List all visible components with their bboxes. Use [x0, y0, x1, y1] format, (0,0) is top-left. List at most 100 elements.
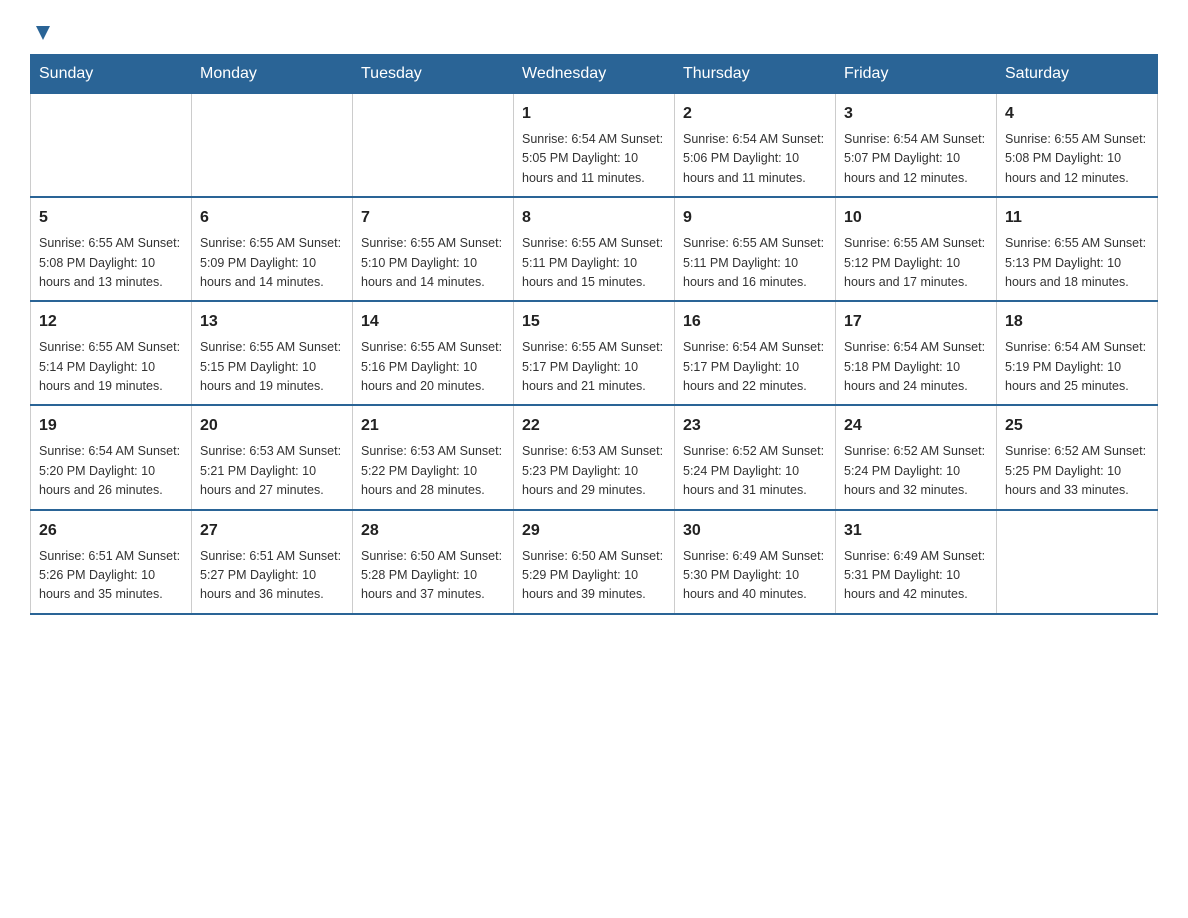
day-info: Sunrise: 6:52 AM Sunset: 5:25 PM Dayligh…: [1005, 442, 1149, 500]
day-number: 25: [1005, 414, 1149, 438]
week-row-3: 12Sunrise: 6:55 AM Sunset: 5:14 PM Dayli…: [31, 301, 1158, 405]
day-info: Sunrise: 6:55 AM Sunset: 5:17 PM Dayligh…: [522, 338, 666, 396]
day-cell: 5 Sunrise: 6:55 AM Sunset: 5:08 PM Daylig…: [31, 197, 192, 301]
day-cell: 16 Sunrise: 6:54 AM Sunset: 5:17 PM Dayli…: [675, 301, 836, 405]
day-info: Sunrise: 6:55 AM Sunset: 5:14 PM Dayligh…: [39, 338, 183, 396]
day-number: 27: [200, 519, 344, 543]
day-info: Sunrise: 6:53 AM Sunset: 5:23 PM Dayligh…: [522, 442, 666, 500]
day-cell: 8 Sunrise: 6:55 AM Sunset: 5:11 PM Daylig…: [514, 197, 675, 301]
day-info: Sunrise: 6:55 AM Sunset: 5:12 PM Dayligh…: [844, 234, 988, 292]
day-info: Sunrise: 6:55 AM Sunset: 5:11 PM Dayligh…: [683, 234, 827, 292]
day-cell: [353, 94, 514, 198]
day-cell: 3Sunrise: 6:54 AM Sunset: 5:07 PM Daylig…: [836, 94, 997, 198]
header-cell-saturday: Saturday: [997, 55, 1158, 94]
day-cell: 13 Sunrise: 6:55 AM Sunset: 5:15 PM Dayli…: [192, 301, 353, 405]
day-number: 5: [39, 206, 183, 230]
day-cell: 27 Sunrise: 6:51 AM Sunset: 5:27 PM Dayli…: [192, 510, 353, 614]
day-number: 19: [39, 414, 183, 438]
day-number: 13: [200, 310, 344, 334]
day-number: 26: [39, 519, 183, 543]
day-cell: 7 Sunrise: 6:55 AM Sunset: 5:10 PM Daylig…: [353, 197, 514, 301]
day-cell: 15 Sunrise: 6:55 AM Sunset: 5:17 PM Dayli…: [514, 301, 675, 405]
week-row-1: 1 Sunrise: 6:54 AM Sunset: 5:05 PM Daylig…: [31, 94, 1158, 198]
day-number: 11: [1005, 206, 1149, 230]
day-cell: 17 Sunrise: 6:54 AM Sunset: 5:18 PM Dayli…: [836, 301, 997, 405]
day-info: Sunrise: 6:55 AM Sunset: 5:13 PM Dayligh…: [1005, 234, 1149, 292]
day-cell: 26 Sunrise: 6:51 AM Sunset: 5:26 PM Dayli…: [31, 510, 192, 614]
day-cell: [31, 94, 192, 198]
day-number: 7: [361, 206, 505, 230]
day-cell: 22 Sunrise: 6:53 AM Sunset: 5:23 PM Dayli…: [514, 405, 675, 509]
logo: [30, 20, 54, 44]
day-info: Sunrise: 6:51 AM Sunset: 5:27 PM Dayligh…: [200, 547, 344, 605]
header-cell-tuesday: Tuesday: [353, 55, 514, 94]
day-info: Sunrise: 6:54 AM Sunset: 5:18 PM Dayligh…: [844, 338, 988, 396]
day-info: Sunrise: 6:53 AM Sunset: 5:22 PM Dayligh…: [361, 442, 505, 500]
calendar-header: SundayMondayTuesdayWednesdayThursdayFrid…: [31, 55, 1158, 94]
day-info: Sunrise: 6:55 AM Sunset: 5:15 PM Dayligh…: [200, 338, 344, 396]
day-cell: 12Sunrise: 6:55 AM Sunset: 5:14 PM Dayli…: [31, 301, 192, 405]
day-number: 29: [522, 519, 666, 543]
day-info: Sunrise: 6:55 AM Sunset: 5:10 PM Dayligh…: [361, 234, 505, 292]
day-number: 20: [200, 414, 344, 438]
header-cell-wednesday: Wednesday: [514, 55, 675, 94]
day-number: 16: [683, 310, 827, 334]
day-info: Sunrise: 6:55 AM Sunset: 5:08 PM Dayligh…: [39, 234, 183, 292]
day-number: 4: [1005, 102, 1149, 126]
day-cell: 20 Sunrise: 6:53 AM Sunset: 5:21 PM Dayli…: [192, 405, 353, 509]
day-info: Sunrise: 6:53 AM Sunset: 5:21 PM Dayligh…: [200, 442, 344, 500]
day-info: Sunrise: 6:52 AM Sunset: 5:24 PM Dayligh…: [844, 442, 988, 500]
day-cell: 21Sunrise: 6:53 AM Sunset: 5:22 PM Dayli…: [353, 405, 514, 509]
day-info: Sunrise: 6:54 AM Sunset: 5:20 PM Dayligh…: [39, 442, 183, 500]
day-number: 15: [522, 310, 666, 334]
day-cell: 29Sunrise: 6:50 AM Sunset: 5:29 PM Dayli…: [514, 510, 675, 614]
day-cell: 18 Sunrise: 6:54 AM Sunset: 5:19 PM Dayli…: [997, 301, 1158, 405]
week-row-5: 26 Sunrise: 6:51 AM Sunset: 5:26 PM Dayli…: [31, 510, 1158, 614]
day-number: 1: [522, 102, 666, 126]
day-cell: [997, 510, 1158, 614]
day-cell: 28 Sunrise: 6:50 AM Sunset: 5:28 PM Dayli…: [353, 510, 514, 614]
page-header: [30, 20, 1158, 44]
day-cell: 6Sunrise: 6:55 AM Sunset: 5:09 PM Daylig…: [192, 197, 353, 301]
day-number: 8: [522, 206, 666, 230]
logo-triangle-icon: [32, 22, 54, 44]
day-cell: 2 Sunrise: 6:54 AM Sunset: 5:06 PM Daylig…: [675, 94, 836, 198]
day-info: Sunrise: 6:55 AM Sunset: 5:16 PM Dayligh…: [361, 338, 505, 396]
day-cell: [192, 94, 353, 198]
day-number: 28: [361, 519, 505, 543]
day-number: 9: [683, 206, 827, 230]
day-info: Sunrise: 6:51 AM Sunset: 5:26 PM Dayligh…: [39, 547, 183, 605]
day-info: Sunrise: 6:55 AM Sunset: 5:09 PM Dayligh…: [200, 234, 344, 292]
day-info: Sunrise: 6:50 AM Sunset: 5:28 PM Dayligh…: [361, 547, 505, 605]
day-info: Sunrise: 6:54 AM Sunset: 5:06 PM Dayligh…: [683, 130, 827, 188]
day-number: 18: [1005, 310, 1149, 334]
calendar-table: SundayMondayTuesdayWednesdayThursdayFrid…: [30, 54, 1158, 615]
day-cell: 4 Sunrise: 6:55 AM Sunset: 5:08 PM Daylig…: [997, 94, 1158, 198]
day-number: 2: [683, 102, 827, 126]
day-number: 31: [844, 519, 988, 543]
day-info: Sunrise: 6:54 AM Sunset: 5:17 PM Dayligh…: [683, 338, 827, 396]
day-number: 24: [844, 414, 988, 438]
header-cell-friday: Friday: [836, 55, 997, 94]
day-number: 22: [522, 414, 666, 438]
day-number: 17: [844, 310, 988, 334]
day-cell: 24 Sunrise: 6:52 AM Sunset: 5:24 PM Dayli…: [836, 405, 997, 509]
day-cell: 10 Sunrise: 6:55 AM Sunset: 5:12 PM Dayli…: [836, 197, 997, 301]
header-row: SundayMondayTuesdayWednesdayThursdayFrid…: [31, 55, 1158, 94]
day-info: Sunrise: 6:49 AM Sunset: 5:31 PM Dayligh…: [844, 547, 988, 605]
header-cell-monday: Monday: [192, 55, 353, 94]
week-row-2: 5 Sunrise: 6:55 AM Sunset: 5:08 PM Daylig…: [31, 197, 1158, 301]
day-info: Sunrise: 6:54 AM Sunset: 5:05 PM Dayligh…: [522, 130, 666, 188]
day-info: Sunrise: 6:52 AM Sunset: 5:24 PM Dayligh…: [683, 442, 827, 500]
day-cell: 9 Sunrise: 6:55 AM Sunset: 5:11 PM Daylig…: [675, 197, 836, 301]
day-info: Sunrise: 6:54 AM Sunset: 5:19 PM Dayligh…: [1005, 338, 1149, 396]
day-cell: 11 Sunrise: 6:55 AM Sunset: 5:13 PM Dayli…: [997, 197, 1158, 301]
day-cell: 23 Sunrise: 6:52 AM Sunset: 5:24 PM Dayli…: [675, 405, 836, 509]
day-info: Sunrise: 6:55 AM Sunset: 5:11 PM Dayligh…: [522, 234, 666, 292]
day-number: 10: [844, 206, 988, 230]
day-cell: 30Sunrise: 6:49 AM Sunset: 5:30 PM Dayli…: [675, 510, 836, 614]
day-number: 3: [844, 102, 988, 126]
header-cell-sunday: Sunday: [31, 55, 192, 94]
day-info: Sunrise: 6:55 AM Sunset: 5:08 PM Dayligh…: [1005, 130, 1149, 188]
day-number: 23: [683, 414, 827, 438]
